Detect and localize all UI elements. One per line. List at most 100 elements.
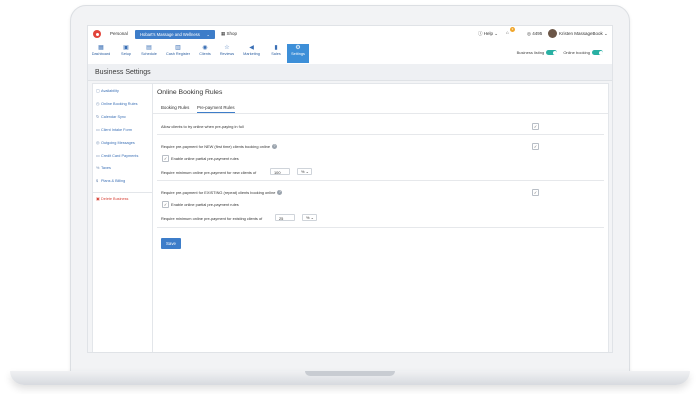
business-listing-label: Business listing xyxy=(516,50,545,55)
sales-icon: ▮ xyxy=(274,45,278,51)
require-existing-checkbox[interactable]: ✓ xyxy=(532,189,539,196)
sidebar-item-calendar-sync[interactable]: ↻ Calendar Sync xyxy=(96,114,126,119)
sidebar-item-label: Online Booking Rules xyxy=(101,102,138,106)
laptop-notch xyxy=(305,371,395,376)
enable-partial-new-label: Enable online partial pre-payment rules xyxy=(171,156,239,161)
chevron-down-icon: ⌄ xyxy=(310,215,314,220)
unit-existing-value: % xyxy=(306,215,310,220)
nav-settings[interactable]: ⚙ Settings xyxy=(287,44,309,63)
dashboard-icon: ▦ xyxy=(98,45,104,51)
save-button[interactable]: Save xyxy=(161,238,181,249)
notification-badge: 3 xyxy=(510,27,515,32)
listing-toggles: Business listing Online booking xyxy=(516,50,608,56)
allow-prepaying-checkbox[interactable]: ✓ xyxy=(532,123,539,130)
nav-reviews[interactable]: ☆ Reviews xyxy=(216,44,238,63)
sidebar-item-taxes[interactable]: % Taxes xyxy=(96,166,111,170)
enable-partial-new-checkbox[interactable]: ✓ xyxy=(162,155,169,162)
personal-link[interactable]: Personal xyxy=(110,31,128,36)
nav-dashboard[interactable]: ▦ Dashboard xyxy=(90,44,112,63)
sidebar-item-delete-business[interactable]: ▣Delete Business xyxy=(96,196,128,201)
info-icon[interactable]: ? xyxy=(271,144,277,150)
help-menu[interactable]: ⓘ Help ⌄ xyxy=(478,31,498,37)
setup-icon: ▣ xyxy=(123,45,129,51)
page-header: Business Settings xyxy=(88,64,612,81)
settings-sidebar: ▢Availability ◷ Online Booking Rules ↻ Cal… xyxy=(92,83,154,352)
clients-icon: ◉ xyxy=(202,45,208,51)
nav-clients[interactable]: ◉ Clients xyxy=(194,44,216,63)
sidebar-item-availability[interactable]: ▢Availability xyxy=(96,88,119,93)
megaphone-icon: ◀ xyxy=(249,45,254,51)
sidebar-item-label: Credit Card Payments xyxy=(101,154,139,158)
min-new-input[interactable]: 100 xyxy=(270,168,290,175)
nav-label: Clients xyxy=(199,52,211,56)
tabs-divider xyxy=(153,113,608,114)
enable-partial-existing-checkbox[interactable]: ✓ xyxy=(162,201,169,208)
nav-setup[interactable]: ▣ Setup xyxy=(115,44,137,63)
top-bar: Personal Hobart's Massage and Wellness ⌄… xyxy=(88,26,612,44)
calendar-icon: ▤ xyxy=(146,45,152,51)
nav-sales[interactable]: ▮ Sales xyxy=(265,44,287,63)
nav-label: Reviews xyxy=(219,52,235,56)
nav-schedule[interactable]: ▤ Schedule xyxy=(138,44,160,63)
allow-prepaying-label: Allow clients to try online when pre-pay… xyxy=(161,124,244,129)
bell-icon: ⌂ xyxy=(506,30,509,35)
require-new-checkbox[interactable]: ✓ xyxy=(532,143,539,150)
credits-count: 4495 xyxy=(532,31,543,36)
sidebar-item-online-booking-rules[interactable]: ◷ Online Booking Rules xyxy=(96,101,138,106)
row-divider xyxy=(157,180,604,181)
sidebar-item-client-intake-form[interactable]: ▭Client Intake Form xyxy=(96,127,132,132)
sidebar-item-label: Availability xyxy=(101,89,119,93)
nav-label: Sales xyxy=(271,52,281,56)
min-new-label: Require minimum online pre-payment for n… xyxy=(161,170,257,175)
nav-label: Cash Register xyxy=(165,52,191,56)
unit-new-value: % xyxy=(301,169,305,174)
avatar[interactable] xyxy=(548,29,557,38)
nav-marketing[interactable]: ◀ Marketing xyxy=(239,44,264,63)
nav-label: Dashboard xyxy=(91,52,111,56)
register-icon: ▥ xyxy=(175,45,181,51)
nav-cash-register[interactable]: ▥ Cash Register xyxy=(163,44,193,63)
star-icon: ☆ xyxy=(224,45,230,51)
sidebar-item-credit-card-payments[interactable]: ▭Credit Card Payments xyxy=(96,153,138,158)
brand-logo-icon[interactable] xyxy=(93,30,101,38)
nav-label: Settings xyxy=(291,52,305,56)
sidebar-item-label: Delete Business xyxy=(101,197,129,201)
shop-link[interactable]: ▦ Shop xyxy=(221,31,237,37)
require-existing-label: Require pre-payment for EXISTING (repeat… xyxy=(161,190,283,196)
credits-link[interactable]: ◎ 4495 xyxy=(527,31,542,37)
business-select[interactable]: Hobart's Massage and Wellness ⌄ xyxy=(135,30,215,39)
business-listing-toggle[interactable] xyxy=(546,50,558,56)
sidebar-item-outgoing-messages[interactable]: ◎ Outgoing Messages xyxy=(96,140,135,145)
sidebar-item-label: Calendar Sync xyxy=(101,115,126,119)
gear-icon: ⚙ xyxy=(295,45,301,51)
require-new-label: Require pre-payment for NEW (first time)… xyxy=(161,144,277,150)
user-menu[interactable]: Kristen MassageBook ⌄ xyxy=(559,31,608,37)
require-existing-text: Require pre-payment for EXISTING (repeat… xyxy=(161,190,276,195)
min-existing-input[interactable]: 25 xyxy=(275,214,295,221)
require-new-text: Require pre-payment for NEW (first time)… xyxy=(161,144,270,149)
sidebar-item-plans-billing[interactable]: $ Plans & Billing xyxy=(96,179,125,183)
online-booking-label: Online booking xyxy=(563,50,590,55)
chevron-down-icon: ⌄ xyxy=(206,32,210,37)
row-divider xyxy=(157,134,604,135)
unit-existing-select[interactable]: % ⌄ xyxy=(302,214,317,221)
unit-new-select[interactable]: % ⌄ xyxy=(297,168,312,175)
nav-label: Schedule xyxy=(141,52,157,56)
main-panel: Online Booking Rules Booking Rules Pre-p… xyxy=(152,83,609,352)
sidebar-divider xyxy=(93,192,153,193)
notifications-button[interactable]: ⌂ 3 xyxy=(506,27,515,35)
chevron-down-icon: ⌄ xyxy=(305,169,309,174)
main-nav: ▦ Dashboard ▣ Setup ▤ Schedule ▥ Cash Regist… xyxy=(88,43,612,65)
info-icon[interactable]: ? xyxy=(277,190,283,196)
sidebar-item-label: Taxes xyxy=(101,166,111,170)
tab-booking-rules[interactable]: Booking Rules xyxy=(161,105,189,110)
page-title: Business Settings xyxy=(95,69,151,76)
tab-pre-payment-rules[interactable]: Pre-payment Rules xyxy=(197,105,235,113)
nav-label: Setup xyxy=(121,52,131,56)
help-label: Help ⌄ xyxy=(483,31,499,36)
app-screen: Personal Hobart's Massage and Wellness ⌄… xyxy=(87,25,613,353)
online-booking-toggle[interactable] xyxy=(592,50,603,56)
sidebar-item-label: Client Intake Form xyxy=(101,128,133,132)
shop-label: Shop xyxy=(226,31,238,36)
row-divider xyxy=(157,227,604,228)
